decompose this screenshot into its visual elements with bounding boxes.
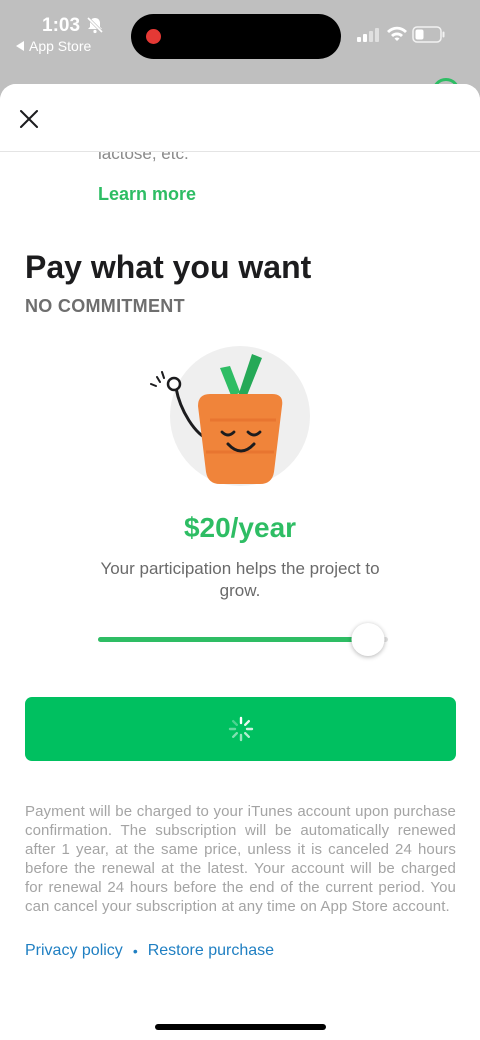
restore-purchase-link[interactable]: Restore purchase [148,942,274,960]
back-to-app-store[interactable]: App Store [16,38,91,54]
sheet-header [0,84,480,152]
status-time: 1:03 [42,15,81,36]
carrot-mascot-illustration [150,346,310,486]
close-button[interactable] [14,104,44,134]
loading-spinner-icon [228,716,253,742]
privacy-policy-link[interactable]: Privacy policy [25,942,123,960]
battery-icon [412,26,445,43]
home-indicator[interactable] [155,1024,326,1030]
price-description: Your participation helps the project to … [100,559,380,600]
dynamic-island [131,14,341,59]
back-arrow-icon [16,41,24,51]
status-bar: 1:03 App Store [0,0,480,80]
link-separator: • [132,943,138,959]
back-app-label: App Store [29,38,92,54]
subscribe-button[interactable] [25,697,456,761]
bell-slash-icon [86,16,104,34]
page-title: Pay what you want [25,249,312,285]
signal-icon [357,28,379,42]
recording-dot-icon [146,29,161,44]
subscription-sheet: lactose, etc. Learn more Pay what you wa… [0,84,480,1040]
slider-thumb[interactable] [351,623,385,656]
footer-links: Privacy policy • Restore purchase [25,942,274,960]
price-slider[interactable] [98,620,388,660]
legal-text: Payment will be charged to your iTunes a… [25,803,456,915]
page-subtitle: NO COMMITMENT [25,296,185,316]
slider-fill [98,637,368,642]
close-icon [20,110,38,128]
wifi-icon [387,26,407,41]
price-label: $20/year [183,512,297,543]
learn-more-link[interactable]: Learn more [98,184,196,205]
